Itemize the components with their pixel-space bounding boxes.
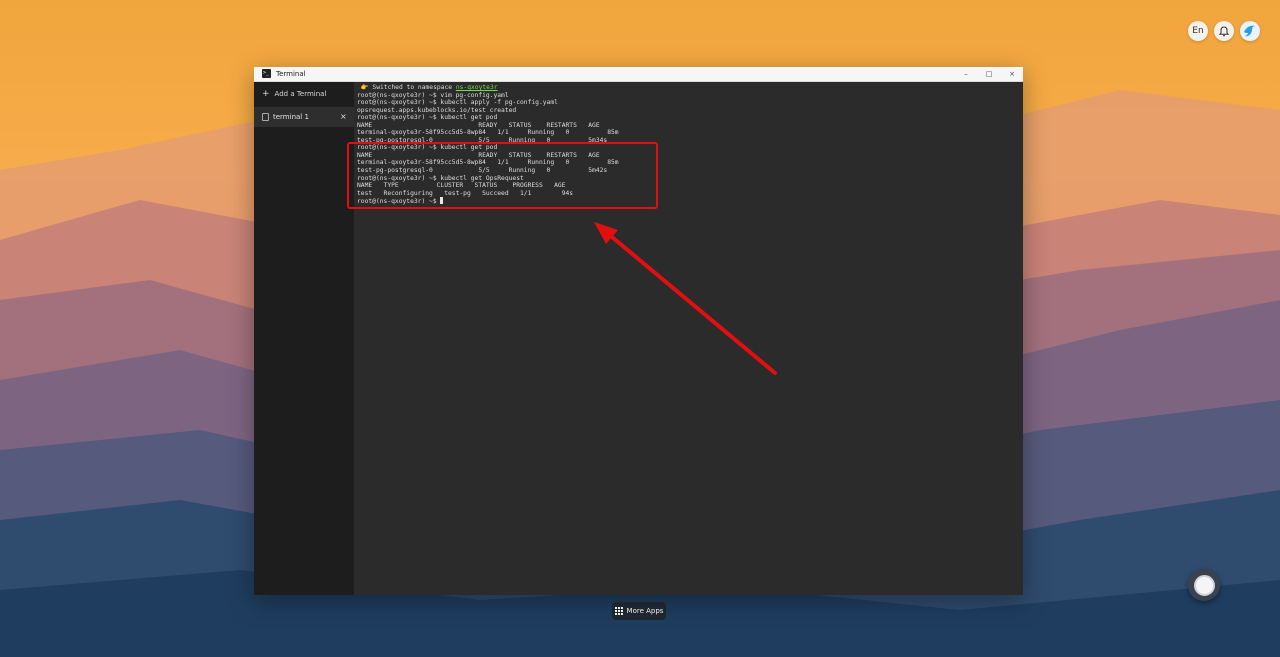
- assistant-floating-button[interactable]: [1188, 569, 1220, 601]
- assistant-ball-icon: [1193, 574, 1215, 596]
- apps-grid-icon: [614, 607, 623, 615]
- annotation-arrow: [594, 222, 777, 375]
- more-apps-button[interactable]: More Apps: [612, 602, 666, 620]
- more-apps-label: More Apps: [626, 607, 664, 615]
